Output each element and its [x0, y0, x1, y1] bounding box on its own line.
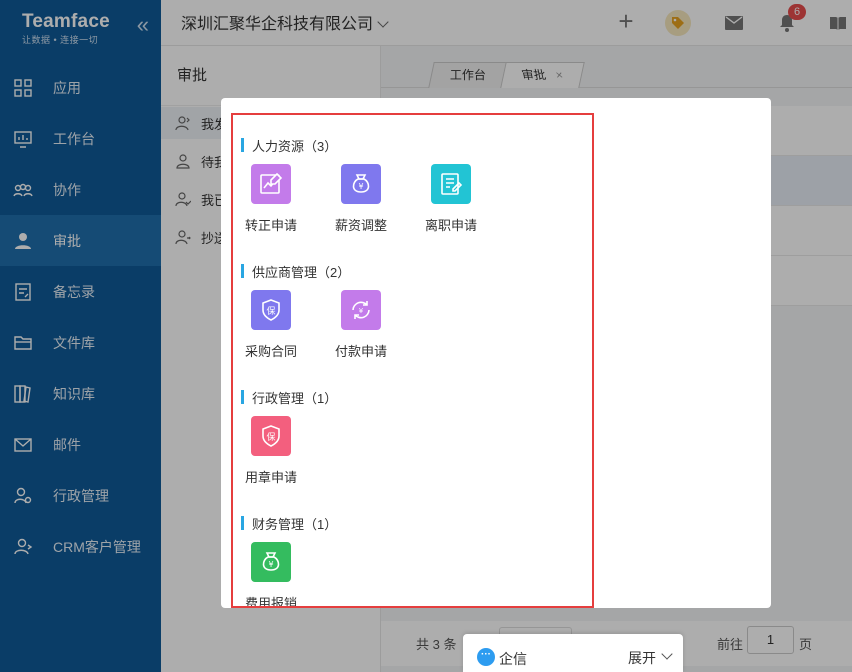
expand-button[interactable]: 展开 — [628, 648, 656, 668]
app-seal-request[interactable]: 保 用章申请 — [241, 416, 301, 486]
app-label: 转正申请 — [244, 218, 297, 233]
app-label: 费用报销 — [244, 596, 297, 608]
app-label: 离职申请 — [424, 218, 477, 233]
money-bag-icon: ¥ — [341, 164, 381, 204]
svg-text:¥: ¥ — [359, 307, 364, 315]
app-label: 采购合同 — [244, 344, 297, 359]
app-purchase-contract[interactable]: 保 采购合同 — [241, 290, 301, 360]
app-expense-claim[interactable]: ¥ 费用报销 — [241, 542, 301, 608]
group-title: 供应商管理（2） — [241, 264, 350, 280]
chat-icon: ··· — [477, 648, 495, 666]
trend-icon — [251, 164, 291, 204]
document-edit-icon — [431, 164, 471, 204]
app-probation[interactable]: 转正申请 — [241, 164, 301, 234]
group-title: 行政管理（1） — [241, 390, 337, 406]
group-title: 财务管理（1） — [241, 516, 337, 532]
svg-text:¥: ¥ — [268, 560, 273, 569]
approval-type-list: 人力资源（3） 转正申请 ¥ 薪资调整 离职申请 供应商管理（2） 保 采购合同… — [231, 113, 594, 608]
qixin-label: 企信 — [499, 651, 527, 667]
shield-icon: 保 — [251, 290, 291, 330]
refresh-yuan-icon: ¥ — [341, 290, 381, 330]
chevron-down-icon — [661, 648, 673, 660]
app-salary-adjustment[interactable]: ¥ 薪资调整 — [331, 164, 391, 234]
shield-icon: 保 — [251, 416, 291, 456]
svg-text:保: 保 — [266, 431, 275, 443]
app-label: 用章申请 — [244, 470, 297, 485]
app-payment-request[interactable]: ¥ 付款申请 — [331, 290, 391, 360]
svg-text:¥: ¥ — [358, 182, 363, 191]
group-title: 人力资源（3） — [241, 138, 337, 154]
svg-text:保: 保 — [266, 305, 275, 317]
money-bag-icon: ¥ — [251, 542, 291, 582]
app-resignation[interactable]: 离职申请 — [421, 164, 481, 234]
app-label: 付款申请 — [334, 344, 387, 359]
qixin-chat-bar[interactable]: ··· 企信 展开 — [463, 634, 683, 672]
new-approval-modal: 人力资源（3） 转正申请 ¥ 薪资调整 离职申请 供应商管理（2） 保 采购合同… — [221, 98, 771, 608]
app-label: 薪资调整 — [334, 218, 387, 233]
